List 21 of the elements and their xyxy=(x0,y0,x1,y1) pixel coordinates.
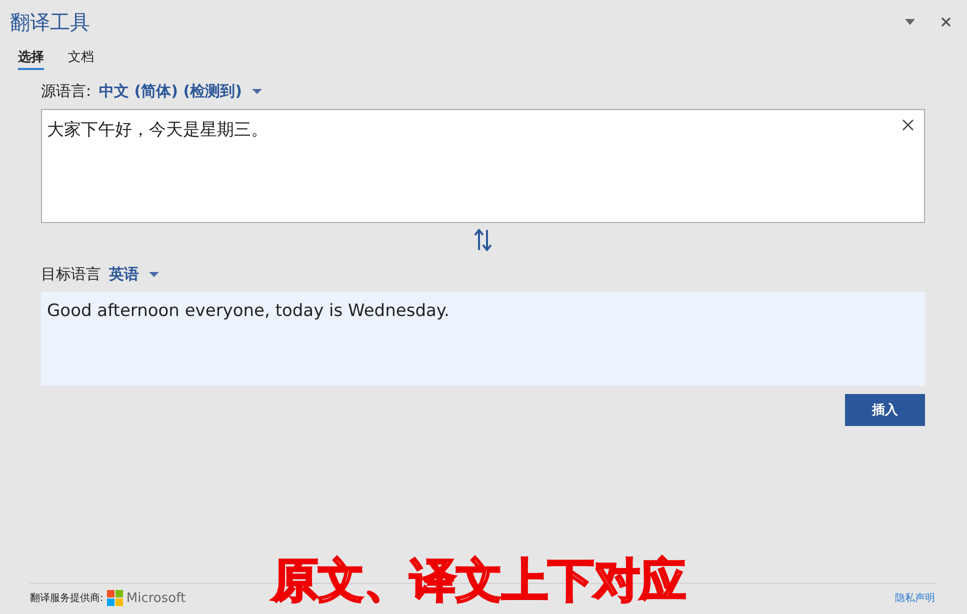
provider-label: 翻译服务提供商: xyxy=(30,592,104,605)
tab[interactable]: 文档 xyxy=(68,48,94,70)
caret-icon[interactable] xyxy=(149,272,159,277)
window-title: 翻译工具 xyxy=(10,8,91,36)
target-language-label: 目标语言 xyxy=(41,265,101,284)
close-icon[interactable] xyxy=(941,17,951,27)
insert-button[interactable]: 插入 xyxy=(845,394,925,426)
provider-name: Microsoft xyxy=(126,590,186,606)
caret-icon[interactable] xyxy=(252,89,262,94)
target-language-dropdown[interactable]: 英语 xyxy=(109,265,139,284)
dropdown-icon[interactable] xyxy=(905,19,915,25)
tab[interactable]: 选择 xyxy=(18,48,44,70)
caption-overlay: 原文、译文上下对应 xyxy=(272,552,686,609)
swap-icon[interactable] xyxy=(473,229,493,251)
source-language-dropdown[interactable]: 中文 (简体) (检测到) xyxy=(99,82,242,101)
translation-output: Good afternoon everyone, today is Wednesday. xyxy=(41,292,925,386)
clear-icon[interactable] xyxy=(902,119,914,131)
four-squares-logo-icon xyxy=(107,590,124,606)
source-text-field[interactable]: 大家下午好，今天是星期三。 xyxy=(41,109,925,223)
privacy-link[interactable]: 隐私声明 xyxy=(895,591,935,605)
source-language-label: 源语言: xyxy=(41,82,92,101)
